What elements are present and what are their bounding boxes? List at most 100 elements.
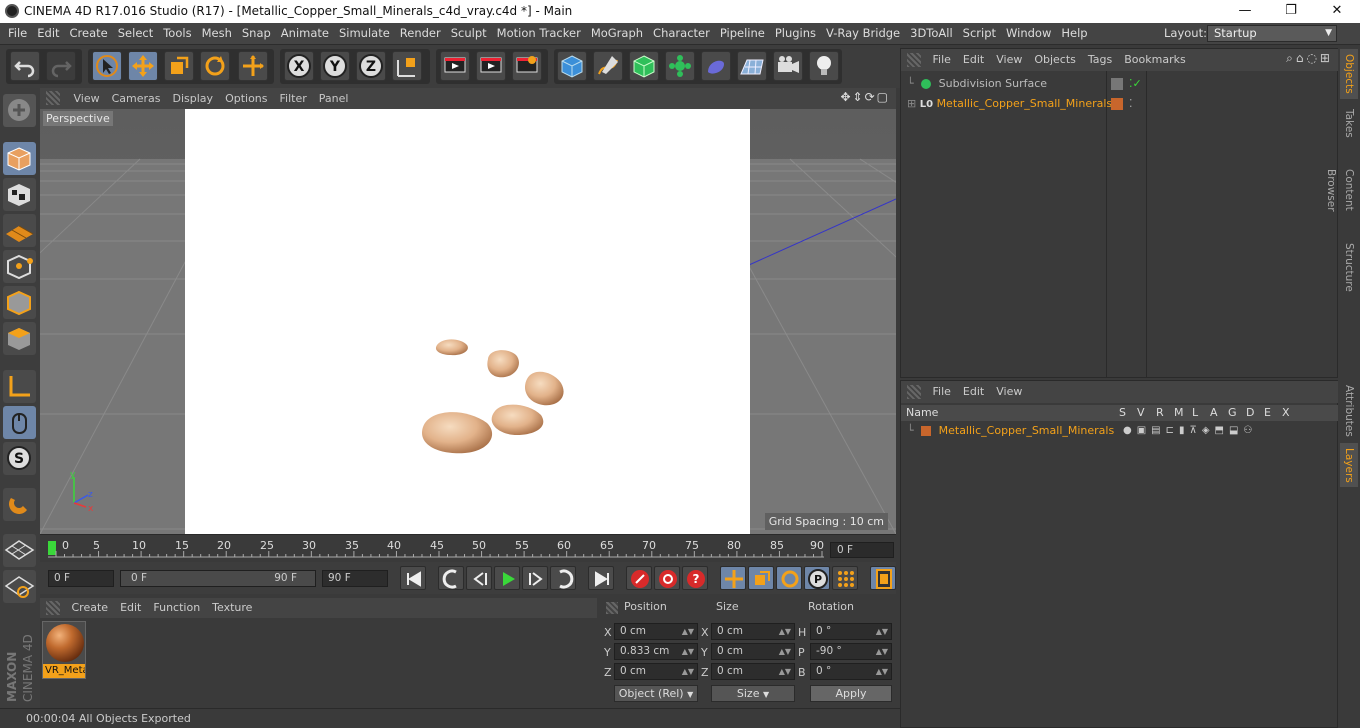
key-parameter-button[interactable]: P bbox=[804, 566, 830, 590]
column-header[interactable]: Name bbox=[906, 405, 938, 421]
y-axis-lock-button[interactable]: Y bbox=[320, 51, 350, 81]
menu-help[interactable]: Help bbox=[1056, 23, 1092, 44]
texture-mode-button[interactable] bbox=[3, 178, 36, 211]
points-mode-button[interactable] bbox=[3, 250, 36, 283]
material-menu-create[interactable]: Create bbox=[66, 598, 115, 618]
viewport-menu-cameras[interactable]: Cameras bbox=[106, 88, 167, 109]
workplane-grid-button[interactable] bbox=[3, 570, 36, 603]
column-header[interactable]: V bbox=[1137, 405, 1145, 421]
menu-character[interactable]: Character bbox=[648, 23, 715, 44]
visibility-dots-icon[interactable]: ⁚ bbox=[1129, 95, 1133, 113]
maximize-button[interactable]: ❐ bbox=[1268, 0, 1314, 23]
keyframe-selection-button[interactable]: ? bbox=[682, 566, 708, 590]
column-header[interactable]: E bbox=[1264, 405, 1271, 421]
object-menu-view[interactable]: View bbox=[990, 49, 1028, 71]
make-editable-button[interactable] bbox=[3, 94, 36, 127]
size-mode-select[interactable]: Size ▼ bbox=[711, 685, 795, 702]
rotate-tool-button[interactable] bbox=[200, 51, 230, 81]
timeline[interactable]: 0 5 10 15 20 25 30 35 40 45 50 55 60 65 … bbox=[40, 534, 896, 562]
layer-menu-view[interactable]: View bbox=[990, 381, 1028, 403]
deformer-button[interactable] bbox=[701, 51, 731, 81]
viewport-perspective[interactable]: Perspective y z x Grid Spacing: 10 cm bbox=[40, 109, 896, 534]
object-menu-edit[interactable]: Edit bbox=[957, 49, 990, 71]
menu-file[interactable]: File bbox=[3, 23, 32, 44]
move-tool-button[interactable] bbox=[128, 51, 158, 81]
scale-tool-button[interactable] bbox=[164, 51, 194, 81]
tab-objects[interactable]: Objects bbox=[1340, 49, 1358, 99]
position-z-field[interactable]: 0 cm ▲▼ bbox=[614, 663, 698, 680]
viewport-menu-options[interactable]: Options bbox=[219, 88, 273, 109]
menu-plugins[interactable]: Plugins bbox=[770, 23, 821, 44]
render-view-button[interactable] bbox=[440, 51, 470, 81]
record-active-objects-button[interactable] bbox=[626, 566, 652, 590]
previous-keyframe-button[interactable] bbox=[438, 566, 464, 590]
previous-frame-button[interactable] bbox=[466, 566, 492, 590]
menu-mograph[interactable]: MoGraph bbox=[586, 23, 648, 44]
go-to-start-button[interactable] bbox=[400, 566, 426, 590]
object-menu-file[interactable]: File bbox=[927, 49, 957, 71]
layer-menu-edit[interactable]: Edit bbox=[957, 381, 990, 403]
viewport-navigation-icons[interactable]: ✥⇕⟳▢ bbox=[840, 90, 890, 104]
column-header[interactable]: D bbox=[1246, 405, 1254, 421]
recent-tool-button[interactable] bbox=[238, 51, 268, 81]
timeline-window-button[interactable] bbox=[870, 566, 896, 590]
play-button[interactable] bbox=[494, 566, 520, 590]
workplane-mode-button[interactable] bbox=[3, 214, 36, 247]
column-header[interactable]: M bbox=[1174, 405, 1184, 421]
layer-toggle-icons[interactable]: ●▣▤⊏▮⊼◈⬒⬓⚇ bbox=[1123, 422, 1257, 440]
menu-vray-bridge[interactable]: V-Ray Bridge bbox=[821, 23, 905, 44]
material-menu-function[interactable]: Function bbox=[147, 598, 206, 618]
tab-attributes[interactable]: Attributes bbox=[1340, 383, 1358, 439]
camera-object-button[interactable] bbox=[773, 51, 803, 81]
autokeying-button[interactable] bbox=[654, 566, 680, 590]
frame-range-slider[interactable]: 0 F 90 F bbox=[120, 570, 316, 587]
key-scale-button[interactable] bbox=[748, 566, 774, 590]
size-y-field[interactable]: 0 cm ▲▼ bbox=[711, 643, 795, 660]
tab-takes[interactable]: Takes bbox=[1340, 103, 1358, 143]
viewport-menu-view[interactable]: View bbox=[68, 88, 106, 109]
menu-create[interactable]: Create bbox=[65, 23, 113, 44]
current-frame-field[interactable]: 0 F bbox=[830, 542, 894, 558]
position-x-field[interactable]: 0 cm ▲▼ bbox=[614, 623, 698, 640]
tweak-mode-button[interactable] bbox=[3, 406, 36, 439]
coordinate-mode-select[interactable]: Object (Rel) ▼ bbox=[614, 685, 698, 702]
object-menu-bookmarks[interactable]: Bookmarks bbox=[1118, 49, 1191, 71]
workplane-lock-button[interactable] bbox=[3, 534, 36, 567]
viewport-menu-display[interactable]: Display bbox=[167, 88, 220, 109]
render-to-picture-viewer-button[interactable] bbox=[476, 51, 506, 81]
close-button[interactable]: ✕ bbox=[1314, 0, 1360, 23]
viewport-menu-panel[interactable]: Panel bbox=[313, 88, 355, 109]
tab-layers[interactable]: Layers bbox=[1340, 443, 1358, 487]
layer-row[interactable]: └ Metallic_Copper_Small_Minerals ●▣▤⊏▮⊼◈… bbox=[907, 422, 1335, 440]
layout-select[interactable]: Startup ▼ bbox=[1207, 25, 1337, 42]
start-frame-field[interactable]: 0 F bbox=[48, 570, 114, 587]
edges-mode-button[interactable] bbox=[3, 286, 36, 319]
enabled-check-icon[interactable]: ⁚✓ bbox=[1129, 75, 1142, 93]
x-axis-lock-button[interactable]: X bbox=[284, 51, 314, 81]
menu-render[interactable]: Render bbox=[395, 23, 446, 44]
layer-menu-file[interactable]: File bbox=[927, 381, 957, 403]
cube-object-button[interactable] bbox=[557, 51, 587, 81]
undo-button[interactable] bbox=[10, 51, 40, 81]
object-menu-tags[interactable]: Tags bbox=[1082, 49, 1118, 71]
layer-color-swatch[interactable] bbox=[1111, 78, 1123, 90]
material-menu-texture[interactable]: Texture bbox=[206, 598, 258, 618]
rotation-p-field[interactable]: -90 ° ▲▼ bbox=[810, 643, 892, 660]
apply-button[interactable]: Apply bbox=[810, 685, 892, 702]
tab-content-browser[interactable]: Content Browser bbox=[1325, 147, 1358, 233]
menu-simulate[interactable]: Simulate bbox=[334, 23, 395, 44]
menu-mesh[interactable]: Mesh bbox=[197, 23, 237, 44]
menu-tools[interactable]: Tools bbox=[158, 23, 196, 44]
size-z-field[interactable]: 0 cm ▲▼ bbox=[711, 663, 795, 680]
column-header[interactable]: G bbox=[1228, 405, 1237, 421]
column-header[interactable]: S bbox=[1119, 405, 1126, 421]
redo-button[interactable] bbox=[46, 51, 76, 81]
menu-snap[interactable]: Snap bbox=[237, 23, 276, 44]
enable-axis-button[interactable] bbox=[3, 370, 36, 403]
live-selection-button[interactable] bbox=[92, 51, 122, 81]
position-y-field[interactable]: 0.833 cm ▲▼ bbox=[614, 643, 698, 660]
column-header[interactable]: A bbox=[1210, 405, 1218, 421]
subdivision-surface-button[interactable] bbox=[629, 51, 659, 81]
polygons-mode-button[interactable] bbox=[3, 322, 36, 355]
light-object-button[interactable] bbox=[809, 51, 839, 81]
